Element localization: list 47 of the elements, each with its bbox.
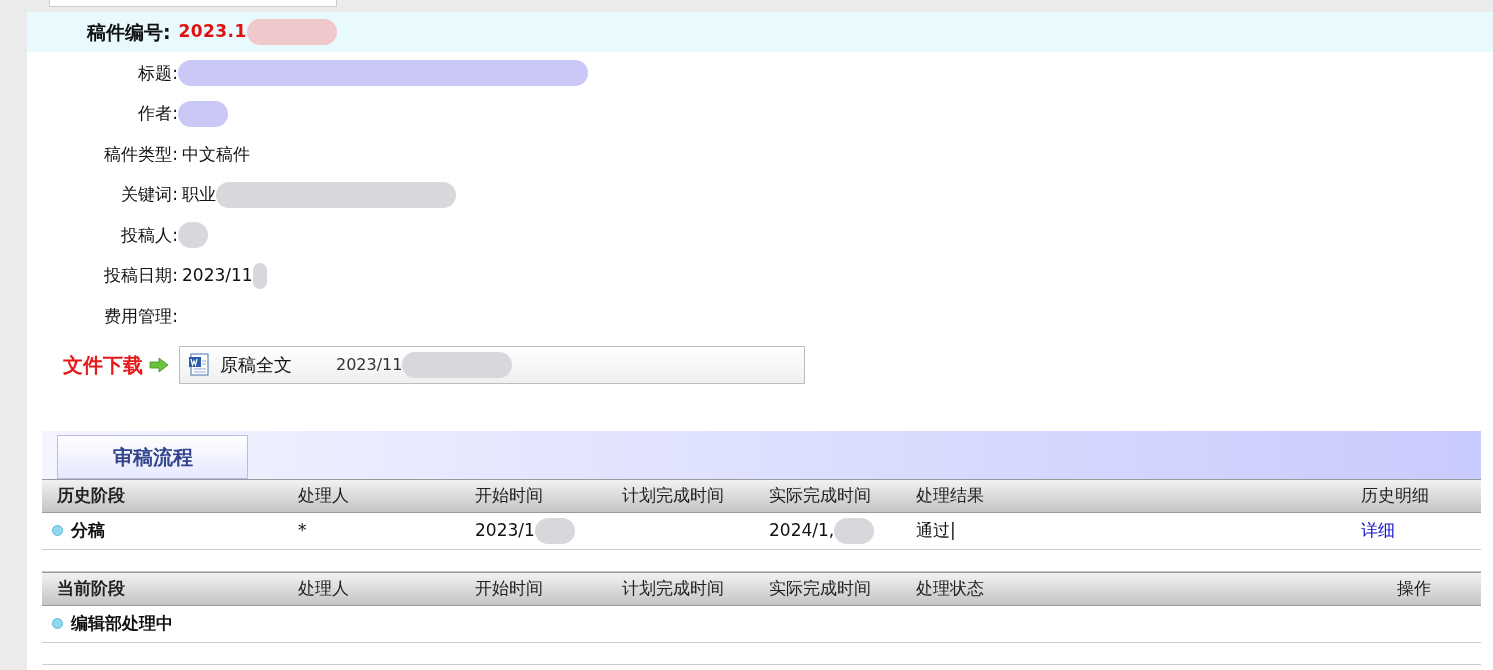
field-label: 作者: — [137, 102, 178, 125]
column-header: 计划完成时间 — [622, 483, 725, 507]
column-header: 计划完成时间 — [622, 576, 725, 600]
field-label: 稿件类型: — [103, 142, 178, 166]
column-header: 开始时间 — [475, 576, 544, 600]
field-label: 标题: — [137, 61, 178, 85]
column-header: 开始时间 — [475, 483, 544, 507]
field-label: 投稿人: — [120, 223, 178, 247]
manuscript-number: 2023.1 — [178, 20, 247, 44]
field-label: 费用管理: — [103, 304, 178, 328]
download-label: 文件下载 — [63, 351, 143, 379]
bullet-icon — [52, 525, 63, 536]
column-header: 处理人 — [298, 576, 350, 600]
stage-name: 分稿 — [71, 518, 105, 542]
redacted-block — [178, 222, 208, 249]
table-cell-text: 2024/1, — [769, 518, 835, 542]
column-header: 当前阶段 — [56, 576, 126, 600]
table-cell: 通过| — [916, 519, 956, 540]
redacted-block — [834, 517, 875, 544]
column-header: 处理结果 — [916, 483, 985, 507]
table-cell-text: * — [298, 518, 308, 542]
column-header: 处理状态 — [916, 576, 985, 600]
column-header: 历史明细 — [1361, 483, 1430, 507]
table-cell-text: 2023/1 — [475, 518, 535, 542]
field-value: 职业 — [182, 183, 216, 206]
redacted-block — [534, 517, 575, 544]
column-header: 历史阶段 — [56, 483, 126, 507]
column-header: 实际完成时间 — [769, 576, 872, 600]
file-row[interactable]: 原稿全文 2023/11 — [179, 345, 805, 384]
file-name[interactable]: 原稿全文 — [220, 351, 336, 378]
redacted-block — [252, 262, 267, 289]
document-icon — [188, 352, 212, 377]
section-tab[interactable]: 审稿流程 — [57, 434, 248, 479]
arrow-icon — [149, 357, 169, 372]
field-label: 关键词: — [120, 183, 178, 206]
field-value: 中文稿件 — [182, 142, 250, 166]
field-label: 投稿日期: — [103, 264, 178, 287]
column-header: 实际完成时间 — [769, 483, 872, 507]
bullet-icon — [52, 618, 63, 629]
stage-name: 编辑部处理中 — [71, 611, 173, 635]
field-value: 2023/11 — [182, 264, 253, 287]
column-header: 处理人 — [298, 483, 350, 507]
file-date: 2023/11 — [336, 353, 403, 376]
detail-link[interactable]: 详细 — [1361, 519, 1395, 540]
redacted-block — [178, 100, 228, 127]
column-header: 操作 — [1397, 576, 1432, 600]
manuscript-number-label: 稿件编号: — [87, 19, 171, 45]
